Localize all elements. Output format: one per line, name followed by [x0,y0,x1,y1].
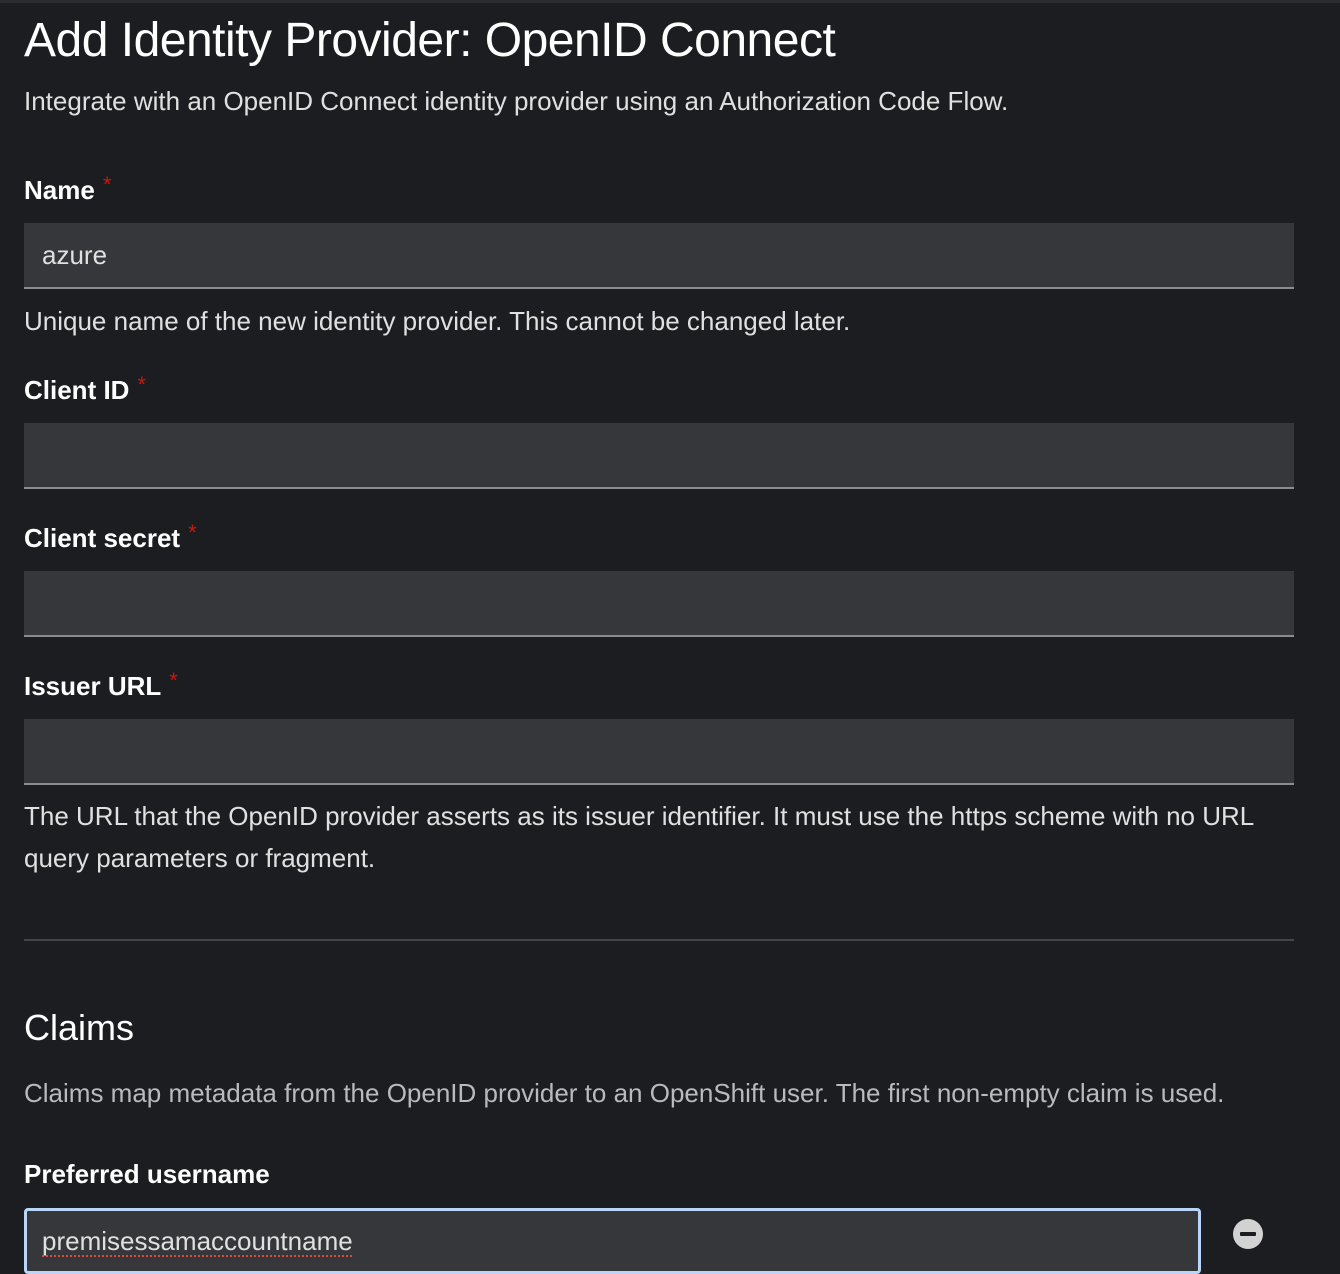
client-id-label-text: Client ID [24,375,130,405]
client-id-input[interactable] [24,423,1294,489]
issuer-url-help-text: The URL that the OpenID provider asserts… [24,801,1254,873]
identity-provider-form-page: Add Identity Provider: OpenID Connect In… [0,0,1340,1274]
page-title: Add Identity Provider: OpenID Connect [24,14,836,67]
name-input[interactable]: azure [24,223,1294,289]
preferred-username-input-value: premisessamaccountname [42,1225,353,1256]
issuer-url-label: Issuer URL * [24,668,178,702]
name-help-text: Unique name of the new identity provider… [24,306,851,336]
claims-section-title: Claims [24,1007,135,1048]
name-label: Name * [24,172,112,206]
issuer-url-label-text: Issuer URL [24,671,162,701]
client-secret-label-text: Client secret [24,523,181,553]
section-divider [24,939,1294,941]
claims-description: Claims map metadata from the OpenID prov… [24,1078,1225,1108]
page-subtitle: Integrate with an OpenID Connect identit… [24,86,1009,116]
preferred-username-label: Preferred username [24,1159,270,1189]
name-label-text: Name [24,175,95,205]
client-id-label: Client ID * [24,372,147,406]
client-secret-input[interactable] [24,571,1294,637]
issuer-url-input[interactable] [24,719,1294,785]
required-asterisk: * [188,520,197,545]
required-asterisk: * [169,668,178,693]
minus-circle-icon[interactable] [1233,1219,1263,1249]
required-asterisk: * [102,172,112,197]
preferred-username-input[interactable]: premisessamaccountname [24,1208,1201,1274]
required-asterisk: * [137,372,147,397]
name-input-value: azure [42,239,108,270]
client-secret-label: Client secret * [24,520,197,554]
